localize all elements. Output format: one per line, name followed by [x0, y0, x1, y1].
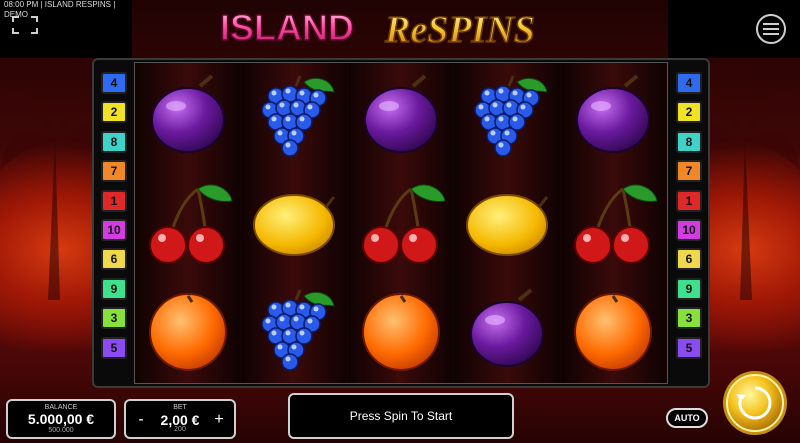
top-right-panel [668, 0, 800, 58]
bet-increase-button[interactable]: + [212, 411, 226, 429]
menu-button[interactable] [756, 14, 786, 44]
reel-3 [347, 63, 455, 383]
menu-icon [763, 23, 779, 35]
plum-icon [353, 68, 449, 164]
balance-value: 5.000,00 € [27, 411, 95, 427]
payline-right-9: 9 [676, 277, 702, 300]
grapes-icon [459, 68, 555, 164]
payline-left-7: 7 [101, 160, 127, 183]
lemon-icon [246, 175, 342, 271]
balance-credits: 500.000 [48, 427, 74, 434]
fullscreen-icon[interactable] [12, 16, 38, 34]
orange-icon [353, 282, 449, 378]
plum-icon [565, 68, 661, 164]
balance-panel: BALANCE 5.000,00 € 500.000 [6, 399, 116, 439]
payline-right-3: 3 [676, 307, 702, 330]
payline-right-1: 1 [676, 189, 702, 212]
payline-left-2: 2 [101, 101, 127, 124]
cherry-icon [140, 175, 236, 271]
bet-label: BET [173, 404, 187, 411]
payline-right-5: 5 [676, 336, 702, 359]
payline-right-8: 8 [676, 130, 702, 153]
orange-icon [140, 282, 236, 378]
payline-right-6: 6 [676, 248, 702, 271]
payline-left-4: 4 [101, 72, 127, 94]
grapes-icon [246, 282, 342, 378]
plum-icon [459, 282, 555, 378]
top-left-panel: 08:00 PM | ISLAND RESPINS | DEMO [0, 0, 132, 58]
reel-5 [560, 63, 668, 383]
payline-right-7: 7 [676, 160, 702, 183]
payline-left-3: 3 [101, 307, 127, 330]
reel-4 [454, 63, 561, 383]
bet-decrease-button[interactable]: - [134, 411, 148, 429]
payline-right-2: 2 [676, 101, 702, 124]
payline-left-8: 8 [101, 130, 127, 153]
reel-1 [135, 63, 242, 383]
paylines-left: 4 2 8 7 1 10 6 9 3 5 [101, 72, 127, 359]
bet-panel: BET - 2,00 € + 200 [124, 399, 236, 439]
paylines-right: 4 2 8 7 1 10 6 9 3 5 [676, 72, 702, 359]
spin-button[interactable] [722, 370, 788, 436]
message-box: Press Spin To Start [288, 393, 514, 439]
grapes-icon [246, 68, 342, 164]
info-bar: 08:00 PM | ISLAND RESPINS | DEMO [0, 0, 132, 19]
logo-word-respins: ReSPINS [384, 9, 535, 51]
orange-icon [565, 282, 661, 378]
game-logo: ISLAND ReSPINS [219, 6, 535, 52]
payline-left-6: 6 [101, 248, 127, 271]
autoplay-button[interactable]: AUTO [666, 408, 708, 428]
payline-left-9: 9 [101, 277, 127, 300]
cherry-icon [565, 175, 661, 271]
lemon-icon [459, 175, 555, 271]
reel-2 [241, 63, 348, 383]
payline-right-10: 10 [676, 218, 702, 241]
cherry-icon [353, 175, 449, 271]
payline-left-10: 10 [101, 218, 127, 241]
reels-area[interactable] [134, 62, 668, 384]
payline-left-5: 5 [101, 336, 127, 359]
plum-icon [140, 68, 236, 164]
logo-word-island: ISLAND [220, 7, 354, 48]
balance-label: BALANCE [44, 404, 78, 411]
payline-left-1: 1 [101, 189, 127, 212]
payline-right-4: 4 [676, 72, 702, 94]
